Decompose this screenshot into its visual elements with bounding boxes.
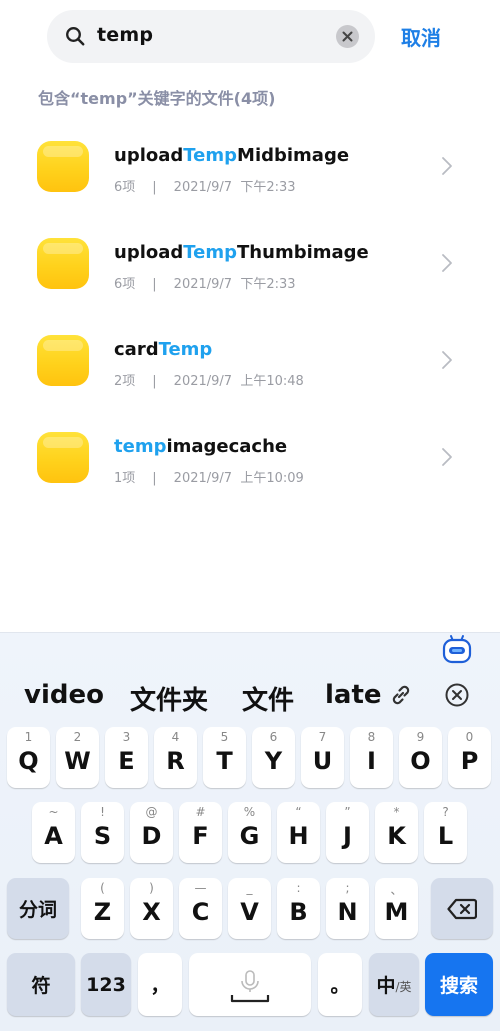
search-icon bbox=[66, 27, 85, 46]
close-candidates-icon[interactable] bbox=[444, 682, 470, 708]
key-h[interactable]: “H bbox=[277, 802, 320, 863]
space-key[interactable] bbox=[189, 953, 311, 1016]
key-e[interactable]: 3E bbox=[105, 727, 148, 788]
key-o[interactable]: 9O bbox=[399, 727, 442, 788]
key-d[interactable]: @ D bbox=[130, 802, 173, 863]
item-count: 6项 bbox=[114, 180, 136, 195]
symbol-key[interactable]: 符 bbox=[7, 953, 75, 1016]
key-v[interactable]: _ V bbox=[228, 878, 271, 939]
candidate-word[interactable]: 文件 bbox=[242, 680, 294, 717]
chevron-right-icon bbox=[442, 254, 452, 272]
file-row[interactable]: uploadTempMidbimage 6项 | 2021/9/7 下午2:33 bbox=[0, 118, 500, 215]
key-y[interactable]: 6Y bbox=[252, 727, 295, 788]
key-l[interactable]: ? L bbox=[424, 802, 467, 863]
file-row[interactable]: cardTemp 2项 | 2021/9/7 上午10:48 bbox=[0, 312, 500, 409]
microphone-icon bbox=[230, 969, 270, 1002]
key-q[interactable]: 1Q bbox=[7, 727, 50, 788]
key-z[interactable]: (Z bbox=[81, 878, 124, 939]
key-m[interactable]: 、 M bbox=[375, 878, 418, 939]
search-key[interactable]: 搜索 bbox=[425, 953, 493, 1016]
folder-icon bbox=[37, 238, 89, 289]
candidate-word[interactable]: late bbox=[325, 680, 382, 710]
file-meta: 1项 | 2021/9/7 上午10:09 bbox=[114, 471, 304, 486]
file-name: tempimagecache bbox=[114, 436, 288, 457]
file-name: uploadTempMidbimage bbox=[114, 145, 350, 166]
period-key[interactable]: 。 bbox=[318, 953, 362, 1016]
clear-search-button[interactable] bbox=[336, 25, 359, 48]
file-name: uploadTempThumbimage bbox=[114, 242, 369, 263]
key-j[interactable]: ” J bbox=[326, 802, 369, 863]
folder-icon bbox=[37, 335, 89, 386]
file-time: 上午10:48 bbox=[240, 374, 304, 389]
cancel-button[interactable]: 取消 bbox=[401, 22, 441, 51]
item-count: 6项 bbox=[114, 277, 136, 292]
number-key[interactable]: 123 bbox=[81, 953, 131, 1016]
key-b[interactable]: :B bbox=[277, 878, 320, 939]
chevron-right-icon bbox=[442, 157, 452, 175]
file-name: cardTemp bbox=[114, 339, 213, 360]
key-c[interactable]: — C bbox=[179, 878, 222, 939]
key-p[interactable]: 0P bbox=[448, 727, 491, 788]
key-g[interactable]: % G bbox=[228, 802, 271, 863]
item-count: 1项 bbox=[114, 471, 136, 486]
file-list: uploadTempMidbimage 6项 | 2021/9/7 下午2:33 u… bbox=[0, 118, 500, 506]
file-meta: 2项 | 2021/9/7 上午10:48 bbox=[114, 374, 304, 389]
file-meta: 6项 | 2021/9/7 下午2:33 bbox=[114, 277, 296, 292]
segment-key[interactable]: 分词 bbox=[7, 878, 69, 939]
file-date: 2021/9/7 bbox=[173, 180, 233, 195]
file-row[interactable]: uploadTempThumbimage 6项 | 2021/9/7 下午2:33 bbox=[0, 215, 500, 312]
key-t[interactable]: 5T bbox=[203, 727, 246, 788]
file-time: 下午2:33 bbox=[240, 180, 296, 195]
file-date: 2021/9/7 bbox=[173, 471, 233, 486]
file-time: 下午2:33 bbox=[240, 277, 296, 292]
file-time: 上午10:09 bbox=[240, 471, 304, 486]
file-meta: 6项 | 2021/9/7 下午2:33 bbox=[114, 180, 296, 195]
language-switch-key[interactable]: 中/英 bbox=[369, 953, 419, 1016]
key-k[interactable]: * K bbox=[375, 802, 418, 863]
folder-icon bbox=[37, 432, 89, 483]
key-n[interactable]: ; N bbox=[326, 878, 369, 939]
search-bar[interactable]: temp bbox=[47, 10, 375, 63]
key-u[interactable]: 7U bbox=[301, 727, 344, 788]
key-w[interactable]: 2W bbox=[56, 727, 99, 788]
key-a[interactable]: ~ A bbox=[32, 802, 75, 863]
item-count: 2项 bbox=[114, 374, 136, 389]
key-s[interactable]: ! S bbox=[81, 802, 124, 863]
key-f[interactable]: # F bbox=[179, 802, 222, 863]
comma-key[interactable]: ， bbox=[138, 953, 182, 1016]
key-x[interactable]: ) X bbox=[130, 878, 173, 939]
candidate-word[interactable]: video bbox=[24, 680, 104, 710]
link-icon[interactable] bbox=[388, 682, 414, 708]
close-icon bbox=[342, 31, 353, 42]
assistant-robot-icon[interactable] bbox=[442, 634, 472, 664]
candidate-word[interactable]: 文件夹 bbox=[130, 680, 208, 717]
file-date: 2021/9/7 bbox=[173, 277, 233, 292]
folder-icon bbox=[37, 141, 89, 192]
chevron-right-icon bbox=[442, 351, 452, 369]
key-r[interactable]: 4R bbox=[154, 727, 197, 788]
chevron-right-icon bbox=[442, 448, 452, 466]
backspace-icon bbox=[447, 898, 477, 919]
candidate-bar: video 文件夹 文件 late bbox=[0, 672, 500, 720]
results-header: 包含“temp”关键字的文件(4项) bbox=[38, 89, 276, 108]
file-row[interactable]: tempimagecache 1项 | 2021/9/7 上午10:09 bbox=[0, 409, 500, 506]
search-input[interactable]: temp bbox=[97, 24, 153, 46]
key-i[interactable]: 8I bbox=[350, 727, 393, 788]
file-date: 2021/9/7 bbox=[173, 374, 233, 389]
backspace-key[interactable] bbox=[431, 878, 493, 939]
